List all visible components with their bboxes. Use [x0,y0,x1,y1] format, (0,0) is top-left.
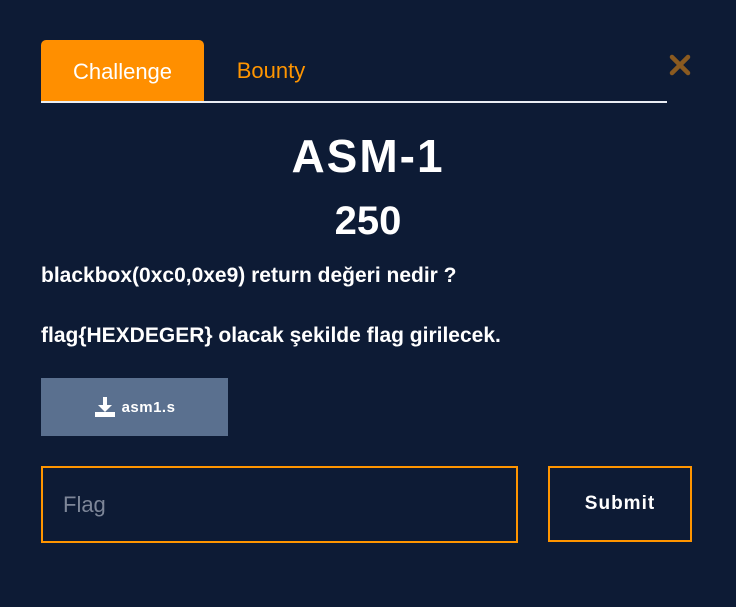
close-button[interactable] [666,51,694,79]
challenge-tabs: Challenge Bounty [41,40,667,103]
download-file-label: asm1.s [121,398,176,416]
download-file-button[interactable]: asm1.s [41,378,228,436]
tab-bounty[interactable]: Bounty [204,40,338,101]
challenge-description-line2: flag{HEXDEGER} olacak şekilde flag giril… [41,324,501,347]
submit-button[interactable]: Submit [548,466,692,542]
download-icon [94,397,115,417]
close-icon[interactable] [669,54,691,76]
tab-challenge[interactable]: Challenge [41,40,204,103]
challenge-points: 250 [334,199,402,243]
challenge-title: ASM-1 [291,130,445,182]
tab-underline [41,101,667,103]
flag-input[interactable] [41,466,518,543]
challenge-description-line1: blackbox(0xc0,0xe9) return değeri nedir … [41,264,457,287]
